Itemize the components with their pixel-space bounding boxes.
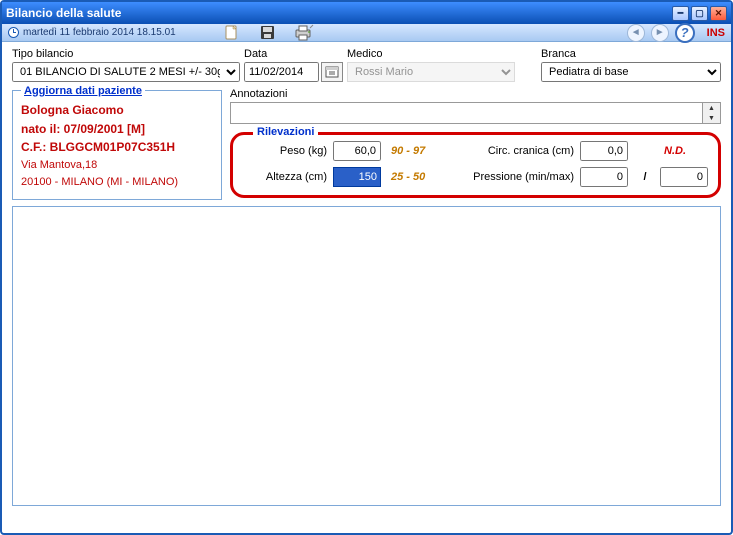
input-pressione-min[interactable] bbox=[580, 167, 628, 187]
save-icon[interactable] bbox=[258, 24, 278, 42]
field-branca: Branca Pediatra di base bbox=[541, 48, 721, 82]
hint-altezza: 25 - 50 bbox=[387, 171, 457, 183]
textarea-annotazioni[interactable] bbox=[230, 102, 703, 124]
label-medico: Medico bbox=[347, 48, 515, 60]
input-altezza[interactable] bbox=[333, 167, 381, 187]
pressione-slash: / bbox=[634, 171, 656, 183]
label-rilevazioni: Rilevazioni bbox=[253, 126, 318, 138]
spinner-down-icon[interactable]: ▼ bbox=[703, 113, 720, 123]
navigation-group: ◄ ► ? INS bbox=[627, 24, 725, 41]
field-medico: Medico Rossi Mario bbox=[347, 48, 515, 82]
form-row: Tipo bilancio 01 BILANCIO DI SALUTE 2 ME… bbox=[2, 42, 731, 86]
annotazioni-spinner[interactable]: ▲ ▼ bbox=[703, 102, 721, 124]
toolbar bbox=[222, 24, 314, 41]
label-data: Data bbox=[244, 48, 343, 60]
hint-circ: N.D. bbox=[660, 145, 710, 157]
status-strip: martedì 11 febbraio 2014 18.15.01 ◄ ► ? … bbox=[2, 24, 731, 42]
patient-address2: 20100 - MILANO (MI - MILANO) bbox=[21, 174, 213, 191]
patient-name: Bologna Giacomo bbox=[21, 101, 213, 120]
rilevazioni-group: Rilevazioni Peso (kg) 90 - 97 Circ. cran… bbox=[230, 132, 721, 198]
input-circ-cranica[interactable] bbox=[580, 141, 628, 161]
clock-icon bbox=[8, 27, 19, 38]
field-tipo-bilancio: Tipo bilancio 01 BILANCIO DI SALUTE 2 ME… bbox=[12, 48, 240, 82]
maximize-button[interactable]: ▢ bbox=[691, 6, 708, 21]
title-bar: Bilancio della salute ━ ▢ ✕ bbox=[2, 2, 731, 24]
insert-mode-label: INS bbox=[707, 27, 725, 39]
label-circ-cranica: Circ. cranica (cm) bbox=[461, 145, 576, 157]
prev-button[interactable]: ◄ bbox=[627, 24, 645, 42]
label-tipo: Tipo bilancio bbox=[12, 48, 240, 60]
patient-born: nato il: 07/09/2001 [M] bbox=[21, 120, 213, 139]
minimize-button[interactable]: ━ bbox=[672, 6, 689, 21]
next-button[interactable]: ► bbox=[651, 24, 669, 42]
label-branca: Branca bbox=[541, 48, 721, 60]
annotazioni-wrap: ▲ ▼ bbox=[230, 102, 721, 124]
input-data[interactable] bbox=[244, 62, 319, 82]
close-button[interactable]: ✕ bbox=[710, 6, 727, 21]
patient-cf: C.F.: BLGGCM01P07C351H bbox=[21, 138, 213, 157]
calendar-button[interactable] bbox=[321, 62, 343, 82]
window-title: Bilancio della salute bbox=[6, 6, 672, 20]
window-buttons: ━ ▢ ✕ bbox=[672, 6, 727, 21]
status-datetime: martedì 11 febbraio 2014 18.15.01 bbox=[23, 27, 176, 38]
spinner-up-icon[interactable]: ▲ bbox=[703, 103, 720, 113]
hint-peso: 90 - 97 bbox=[387, 145, 457, 157]
input-peso[interactable] bbox=[333, 141, 381, 161]
update-patient-link[interactable]: Aggiorna dati paziente bbox=[21, 83, 145, 100]
main-area: Aggiorna dati paziente Bologna Giacomo n… bbox=[2, 86, 731, 200]
input-pressione-max[interactable] bbox=[660, 167, 708, 187]
select-branca[interactable]: Pediatra di base bbox=[541, 62, 721, 82]
label-peso: Peso (kg) bbox=[241, 145, 329, 157]
help-button[interactable]: ? bbox=[675, 23, 695, 43]
select-medico: Rossi Mario bbox=[347, 62, 515, 82]
right-column: Annotazioni ▲ ▼ Rilevazioni Peso (kg) 90… bbox=[230, 86, 721, 200]
label-annotazioni: Annotazioni bbox=[230, 88, 721, 100]
label-altezza: Altezza (cm) bbox=[241, 171, 329, 183]
detail-panel bbox=[12, 206, 721, 506]
patient-address1: Via Mantova,18 bbox=[21, 157, 213, 174]
select-tipo-bilancio[interactable]: 01 BILANCIO DI SALUTE 2 MESI +/- 30gg bbox=[12, 62, 240, 82]
field-data: Data bbox=[244, 48, 343, 82]
new-icon[interactable] bbox=[222, 24, 242, 42]
patient-box: Aggiorna dati paziente Bologna Giacomo n… bbox=[12, 90, 222, 200]
label-pressione: Pressione (min/max) bbox=[461, 171, 576, 183]
print-icon[interactable] bbox=[294, 24, 314, 42]
